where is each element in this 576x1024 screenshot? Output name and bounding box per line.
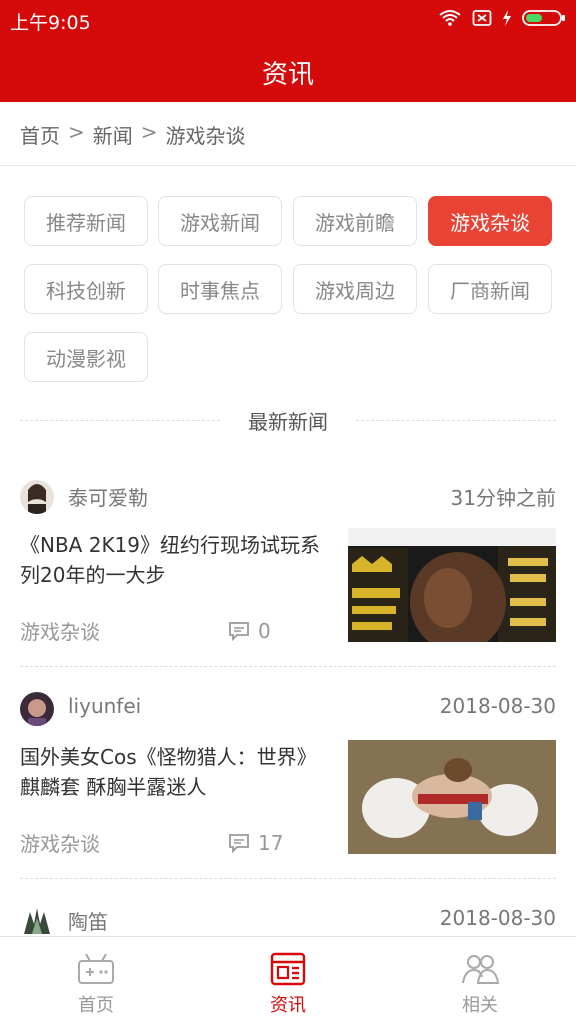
author-avatar[interactable] (20, 692, 54, 726)
comment-count[interactable]: 17 (228, 831, 283, 855)
sim-off-icon (472, 10, 492, 26)
battery-icon (522, 10, 565, 26)
people-icon (462, 955, 500, 984)
status-bar: 上午9:05 (0, 0, 576, 38)
category-chip-game-news[interactable]: 游戏新闻 (158, 196, 282, 246)
tab-label: 资讯 (270, 995, 306, 1016)
tab-label: 首页 (78, 995, 114, 1016)
tab-news[interactable]: 资讯 (192, 937, 384, 1024)
category-chip-vendor-news[interactable]: 厂商新闻 (428, 264, 552, 314)
section-divider: 最新新闻 (20, 404, 556, 434)
page-title: 资讯 (261, 60, 314, 90)
news-item[interactable]: liyunfei 2018-08-30 国外美女Cos《怪物猎人：世界》麒麟套 … (0, 684, 576, 894)
breadcrumb-home[interactable]: 首页 (20, 120, 60, 149)
news-item[interactable]: 泰可爱勒 31分钟之前 《NBA 2K19》纽约行现场试玩系列20年的一大步 游… (0, 472, 576, 682)
breadcrumb-news[interactable]: 新闻 (93, 120, 133, 149)
charging-icon (503, 10, 511, 26)
news-item[interactable]: 陶笛 2018-08-30 (0, 896, 576, 938)
post-time: 2018-08-30 (439, 694, 556, 718)
category-chip-anime-film[interactable]: 动漫影视 (24, 332, 148, 382)
gamepad-icon (78, 953, 114, 984)
author-name[interactable]: 陶笛 (68, 906, 108, 935)
category-chip-game-preview[interactable]: 游戏前瞻 (293, 196, 417, 246)
author-name[interactable]: liyunfei (68, 694, 141, 718)
category-chip-tech[interactable]: 科技创新 (24, 264, 148, 314)
post-time: 2018-08-30 (439, 906, 556, 930)
breadcrumb-current: 游戏杂谈 (165, 124, 246, 148)
item-separator (20, 666, 556, 667)
tab-related[interactable]: 相关 (384, 937, 576, 1024)
status-icons (438, 9, 566, 27)
news-thumbnail[interactable] (348, 740, 556, 854)
news-thumbnail[interactable] (348, 528, 556, 642)
breadcrumb-separator: > (140, 120, 158, 144)
app-header: 上午9:05 资讯 (0, 0, 576, 102)
tab-label: 相关 (462, 995, 498, 1016)
category-chip-game-talk[interactable]: 游戏杂谈 (428, 196, 552, 246)
news-title[interactable]: 国外美女Cos《怪物猎人：世界》麒麟套 酥胸半露迷人 (20, 742, 320, 802)
news-title[interactable]: 《NBA 2K19》纽约行现场试玩系列20年的一大步 (20, 530, 320, 590)
author-avatar[interactable] (20, 480, 54, 514)
item-separator (20, 878, 556, 879)
category-chip-recommended[interactable]: 推荐新闻 (24, 196, 148, 246)
breadcrumb: 首页 > 新闻 > 游戏杂谈 (0, 102, 576, 166)
comment-count-value: 0 (258, 619, 271, 643)
comment-icon (229, 834, 249, 854)
category-chip-game-merch[interactable]: 游戏周边 (293, 264, 417, 314)
comment-icon (229, 622, 249, 642)
author-name[interactable]: 泰可爱勒 (68, 482, 148, 511)
tab-home[interactable]: 首页 (0, 937, 192, 1024)
post-time: 31分钟之前 (450, 486, 556, 510)
bottom-tab-bar: 首页 资讯 相关 (0, 936, 576, 1024)
comment-count[interactable]: 0 (228, 619, 271, 643)
divider-line (356, 420, 556, 421)
news-icon (270, 952, 306, 986)
news-category: 游戏杂谈 (20, 832, 100, 856)
category-chip-current-affairs[interactable]: 时事焦点 (158, 264, 282, 314)
wifi-icon (439, 10, 461, 26)
breadcrumb-separator: > (68, 120, 85, 144)
author-avatar[interactable] (20, 904, 54, 938)
news-category: 游戏杂谈 (20, 620, 100, 644)
status-time: 上午9:05 (10, 12, 91, 34)
comment-count-value: 17 (258, 831, 284, 855)
